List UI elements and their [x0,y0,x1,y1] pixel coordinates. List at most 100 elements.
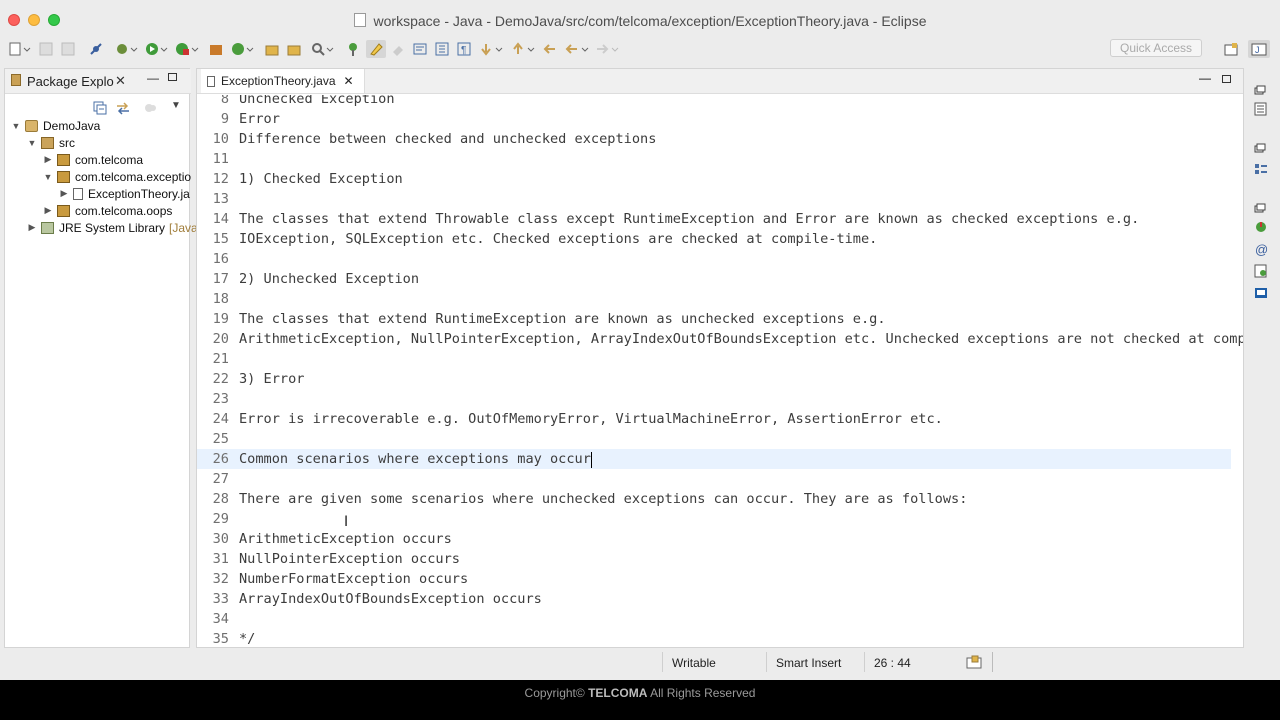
problems-icon[interactable] [1254,220,1268,232]
code-editor[interactable]: 8 Unchecked Exception 9 Error 10 Difference b… [197,95,1243,647]
pilcrow-icon[interactable]: ¶ [456,40,472,58]
search-icon[interactable] [310,40,336,58]
collapsed-arrow-icon[interactable]: ▶ [27,222,37,233]
tree-item-com-telcoma-oops[interactable]: ▶ com.telcoma.oops [43,202,173,219]
svg-text:J: J [1255,45,1260,55]
code-line[interactable]: 18 [197,289,1231,309]
collapsed-arrow-icon[interactable]: ▶ [43,154,53,165]
collapsed-arrow-icon[interactable]: ▶ [43,205,53,216]
code-line[interactable]: 16 [197,249,1231,269]
debug-icon[interactable] [114,40,140,58]
word-wrap-icon[interactable] [412,40,428,58]
console-icon[interactable] [1254,286,1268,298]
open-type-icon[interactable] [286,40,302,58]
javadoc-icon[interactable]: @ [1254,242,1268,257]
tree-item-exceptiontheory[interactable]: ▶ ExceptionTheory.ja [59,185,190,202]
status-divider [766,652,767,672]
code-line[interactable]: 20 ArithmeticException, NullPointerExcept… [197,329,1243,349]
tree-item-com-telcoma[interactable]: ▶ com.telcoma [43,151,144,168]
view-menu-icon[interactable]: ▼ [171,100,181,111]
tree-item-com-telcoma-exception[interactable]: ▼ com.telcoma.exceptio [43,168,192,185]
new-java-project-icon[interactable] [208,40,224,58]
external-tools-icon[interactable] [174,40,200,58]
new-class-icon[interactable] [230,40,256,58]
code-line[interactable]: 19 The classes that extend RuntimeExcepti… [197,309,1231,329]
close-icon[interactable]: ✕ [115,73,126,89]
tree-item-label: JRE System Library [59,220,166,235]
line-number: 28 [212,491,229,507]
java-perspective-icon[interactable]: J [1248,40,1270,58]
code-line[interactable]: 22 3) Error [197,369,1231,389]
status-divider [662,652,663,672]
outline-icon[interactable] [1254,162,1268,174]
run-icon[interactable] [144,40,170,58]
minimize-icon[interactable]: — [147,71,159,85]
code-line[interactable]: 23 [197,389,1231,409]
code-line[interactable]: 30 ArithmeticException occurs [197,529,1231,549]
next-annotation-icon[interactable] [478,40,506,58]
tree-item-jre-system-library[interactable]: ▶ JRE System Library [Java [27,219,198,236]
line-number: 34 [212,611,229,627]
code-line[interactable]: 15 IOException, SQLException etc. Checked… [197,229,1231,249]
declaration-icon[interactable] [1254,264,1268,278]
code-line[interactable]: 8 Unchecked Exception [197,95,1231,109]
code-line[interactable]: 35 */ [197,629,1231,647]
code-line[interactable]: 32 NumberFormatException occurs [197,569,1231,589]
tree-item-label: com.telcoma.oops [75,203,173,218]
tree-item-demojava[interactable]: ▼ DemoJava [11,117,101,134]
code-line-text: ArithmeticException occurs [239,531,452,547]
mark-occurrences-icon[interactable] [366,40,386,58]
open-perspective-icon[interactable] [1222,40,1240,58]
maximize-icon[interactable] [1222,75,1231,83]
focus-active-task-icon[interactable] [143,101,157,120]
code-line[interactable]: 13 [197,189,1231,209]
close-icon[interactable]: ✕ [344,74,354,88]
code-line[interactable]: 27 [197,469,1231,489]
expanded-arrow-icon[interactable]: ▼ [43,172,53,182]
quick-access-input[interactable]: Quick Access [1110,39,1202,57]
code-line[interactable]: 14 The classes that extend Throwable clas… [197,209,1231,229]
toggle-breadcrumb-icon[interactable] [344,40,362,58]
restore-icon[interactable] [1254,200,1268,213]
code-line[interactable]: 9 Error [197,109,1231,129]
code-line[interactable]: 25 [197,429,1231,449]
code-line[interactable]: 12 1) Checked Exception [197,169,1231,189]
code-line[interactable]: 21 [197,349,1231,369]
code-line[interactable]: 28 There are given some scenarios where u… [197,489,1231,509]
previous-annotation-icon[interactable] [510,40,538,58]
code-line[interactable]: 31 NullPointerException occurs [197,549,1231,569]
save-all-icon[interactable] [60,40,76,58]
tree-item-src[interactable]: ▼ src [27,134,75,151]
code-line[interactable]: 24 Error is irrecoverable e.g. OutOfMemor… [197,409,1231,429]
forward-icon[interactable] [594,40,622,58]
restore-icon[interactable] [1254,82,1268,95]
package-icon [57,170,70,183]
code-line[interactable]: 10 Difference between checked and uncheck… [197,129,1231,149]
skip-breakpoints-icon[interactable] [88,40,104,58]
editor-tab-exceptiontheory[interactable]: ExceptionTheory.java ✕ [201,69,365,93]
expanded-arrow-icon[interactable]: ▼ [27,138,37,148]
code-line[interactable]: 33 ArrayIndexOutOfBoundsException occurs [197,589,1231,609]
link-with-editor-icon[interactable] [115,101,131,120]
code-line[interactable]: 17 2) Unchecked Exception [197,269,1231,289]
window-title: workspace - Java - DemoJava/src/com/telc… [0,13,1280,29]
new-package-icon[interactable] [264,40,280,58]
new-icon[interactable] [8,40,32,58]
last-edit-location-icon[interactable] [542,40,558,58]
code-line[interactable]: 34 [197,609,1231,629]
task-list-icon[interactable] [1254,102,1268,116]
code-line[interactable]: 11 [197,149,1231,169]
show-whitespace-icon[interactable] [434,40,450,58]
back-icon[interactable] [564,40,592,58]
collapsed-arrow-icon[interactable]: ▶ [59,188,69,199]
block-selection-icon[interactable] [390,40,406,58]
minimize-icon[interactable]: — [1199,71,1211,85]
package-explorer-tab[interactable]: Package Explo ✕ — [5,69,191,94]
heap-status-icon[interactable] [966,655,984,672]
maximize-icon[interactable] [168,73,177,81]
restore-icon[interactable] [1254,140,1268,153]
expanded-arrow-icon[interactable]: ▼ [11,121,21,131]
save-icon[interactable] [38,40,54,58]
code-line[interactable]: 29 [197,509,1231,529]
code-line[interactable]: 26 Common scenarios where exceptions may … [197,449,1231,469]
